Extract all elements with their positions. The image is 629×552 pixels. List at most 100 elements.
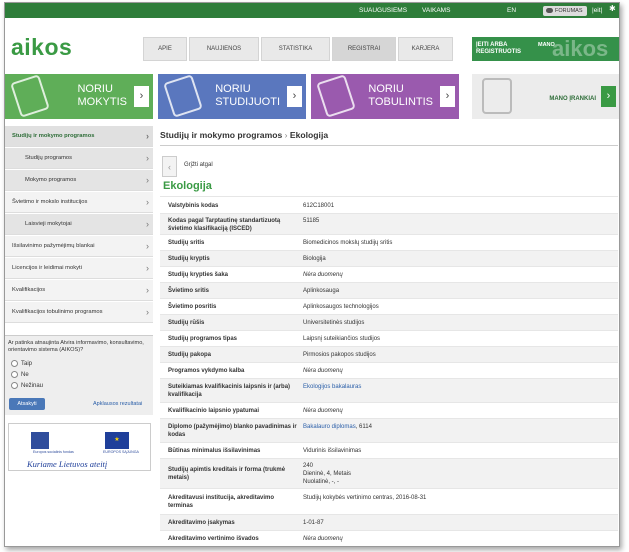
sidebar-item-programs[interactable]: Studijų ir mokymo programos › [5, 126, 153, 147]
nav-apie[interactable]: APIE [143, 37, 187, 61]
table-row: Studijų rūšis Universitetinės studijos [160, 314, 618, 330]
sidebar-item-free-teachers[interactable]: Laisvieji mokytojai › [5, 214, 153, 235]
divider [160, 145, 618, 146]
eu-flag-icon: ★ [105, 432, 129, 449]
back-chevron-icon[interactable]: ‹ [162, 156, 177, 177]
table-row: Kvalifikacinio laipsnio ypatumai Nėra duo… [160, 402, 618, 418]
table-row: Suteikiamas kvalifikacinis laipsnis ir (… [160, 378, 618, 402]
survey-submit-button[interactable]: Atsakyti [9, 398, 45, 410]
table-row: Akreditavusi institucija, akreditavimo t… [160, 488, 618, 514]
row-value: 51185 [303, 217, 603, 225]
value-text[interactable]: Ekologijos bakalauras [303, 384, 361, 390]
banner-label: MANO ĮRANKIAI [549, 96, 596, 102]
value-text: Studijų kokybės vertinimo centras, 2016-… [303, 495, 427, 501]
chevron-right-icon: › [146, 175, 149, 185]
sidebar-item-certificates[interactable]: Išsilavinimo pažymėjimų blankai › [5, 236, 153, 257]
row-value[interactable]: Ekologijos bakalauras [303, 383, 603, 391]
eu-label: EUROPOS SĄJUNGA [103, 450, 139, 454]
row-label: Studijų sritis [168, 240, 205, 246]
table-row: Studijų krypties šaka Nėra duomenų [160, 266, 618, 282]
banner-mano-irankiai[interactable]: MANO ĮRANKIAI › [472, 74, 619, 119]
row-value[interactable]: Bakalauro diplomas, 6114 [303, 423, 603, 431]
chevron-right-icon: › [134, 86, 149, 107]
row-value: Nėra duomenų [303, 407, 603, 415]
nav-registrai[interactable]: REGISTRAI [332, 37, 396, 61]
table-row: Studijų apimtis kreditais ir forma (truk… [160, 458, 618, 488]
row-label: Suteikiamas kvalifikacinis laipsnis ir (… [168, 384, 291, 398]
chevron-right-icon: › [146, 241, 149, 251]
site-logo[interactable]: aikos [11, 34, 72, 60]
table-row: Akreditavimo įsakymas 1-01-87 [160, 514, 618, 530]
survey-option-dontknow[interactable]: Nežinau [11, 382, 43, 389]
banner-tobulintis[interactable]: NORIU TOBULINTIS › [311, 74, 459, 119]
sidebar-item-training-programs[interactable]: Mokymo programos › [5, 170, 153, 191]
row-label: Kodas pagal Tarptautinę standartizuotą š… [168, 217, 281, 232]
sidebar-item-label: Studijų ir mokymo programos [12, 133, 95, 139]
sidebar-item-label: Studijų programos [25, 155, 73, 161]
survey-question: Ar patinka atnaujinta Atvira informavimo… [8, 340, 144, 353]
login-label: ĮEITI ARBA REGISTRUOTIS [476, 42, 522, 55]
chevron-right-icon: › [146, 285, 149, 295]
row-label: Studijų rūšis [168, 320, 205, 326]
lang-switch[interactable]: EN [507, 6, 516, 15]
banner-line2: STUDIJUOTI [215, 96, 280, 108]
value-text: Aplinkosaugos technologijos [303, 304, 379, 310]
sidebar-item-study-programs[interactable]: Studijų programos › [5, 148, 153, 169]
chevron-right-icon: › [146, 263, 149, 273]
link-kids[interactable]: VAIKAMS [422, 6, 450, 15]
nav-statistika[interactable]: STATISTIKA [261, 37, 330, 61]
survey-results-link[interactable]: Apklausos rezultatai [93, 401, 142, 407]
chevron-right-icon: › [146, 307, 149, 317]
breadcrumb-parent[interactable]: Studijų ir mokymo programos [160, 130, 282, 140]
table-row: Studijų sritis Biomedicinos mokslų studij… [160, 234, 618, 250]
nav-naujienos[interactable]: NAUJIENOS [189, 37, 259, 61]
sidebar-item-improvement-programs[interactable]: Kvalifikacijos tobulinimo programos › [5, 302, 153, 323]
row-value: Universitetinės studijos [303, 319, 603, 327]
scroll-icon [163, 74, 203, 118]
sidebar-item-label: Švietimo ir mokslo institucijos [12, 199, 88, 205]
survey-option-no[interactable]: Ne [11, 371, 29, 378]
row-label: Studijų apimtis kreditais ir forma (truk… [168, 467, 286, 481]
value-text[interactable]: Bakalauro diplomas [303, 424, 356, 430]
table-row: Studijų pakopa Pirmosios pakopos studijos [160, 346, 618, 362]
info-link[interactable]: |eit| [592, 6, 602, 15]
sidebar-item-label: Kvalifikacijos [12, 287, 46, 293]
table-row: Studijų kryptis Biologija [160, 250, 618, 266]
settings-icon[interactable]: ✱ [609, 4, 616, 13]
link-adults[interactable]: SUAUGUSIEMS [359, 6, 407, 15]
row-value: Laipsnį suteikiančios studijos [303, 335, 603, 343]
row-label: Studijų programos tipas [168, 336, 238, 342]
value-text: 51185 [303, 217, 320, 224]
value-text: 1-01-87 [303, 520, 324, 526]
table-row: Akreditavimo vertinimo išvados Nėra duome… [160, 530, 618, 546]
forum-button[interactable]: FORUMAS [543, 6, 587, 16]
row-label: Būtinas minimalus išsilavinimas [168, 448, 261, 454]
chevron-right-icon: › [146, 197, 149, 207]
sidebar-item-label: Licencijos ir leidimai mokyti [12, 265, 82, 271]
back-link[interactable]: Grįžti atgal [184, 162, 213, 168]
nav-karjera[interactable]: KARJERA [398, 37, 453, 61]
option-label: Taip [21, 361, 33, 368]
value-text: Vidurinis išsilavinimas [303, 448, 362, 454]
sidebar-item-licenses[interactable]: Licencijos ir leidimai mokyti › [5, 258, 153, 279]
breadcrumb-current: Ekologija [289, 130, 329, 140]
banner-studijuoti[interactable]: NORIU STUDIJUOTI › [158, 74, 306, 119]
banner-line1: NORIU [368, 83, 404, 95]
radio-icon [11, 360, 18, 367]
survey-option-yes[interactable]: Taip [11, 360, 32, 367]
row-label: Akreditavusi institucija, akreditavimo t… [168, 495, 275, 509]
chevron-right-icon: › [146, 131, 149, 141]
banner-line1: NORIU [215, 83, 251, 95]
banner-mokytis[interactable]: NORIU MOKYTIS › [5, 74, 153, 119]
login-box[interactable]: ĮEITI ARBA REGISTRUOTIS MANO aikos [472, 37, 619, 61]
sidebar-item-label: Kvalifikacijos tobulinimo programos [12, 309, 103, 315]
row-label: Švietimo sritis [168, 288, 210, 294]
value-text: Pirmosios pakopos studijos [303, 352, 376, 358]
sidebar-item-qualifications[interactable]: Kvalifikacijos › [5, 280, 153, 301]
breadcrumb: Studijų ir mokymo programos › Ekologija [160, 130, 328, 140]
value-text: Nėra duomenų [303, 536, 343, 542]
sidebar-item-institutions[interactable]: Švietimo ir mokslo institucijos › [5, 192, 153, 213]
sidebar-item-label: Išsilavinimo pažymėjimų blankai [12, 243, 95, 249]
row-value: Aplinkosaugos technologijos [303, 303, 603, 311]
row-value: Nėra duomenų [303, 367, 603, 375]
